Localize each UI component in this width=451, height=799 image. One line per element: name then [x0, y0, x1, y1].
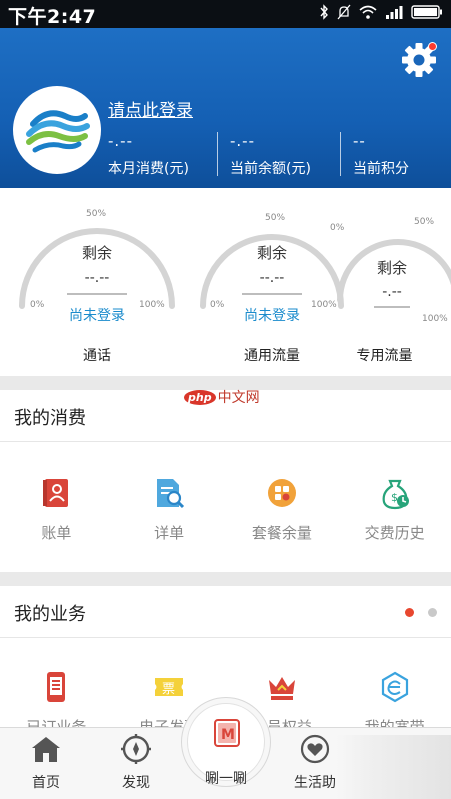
- stat-value: -.--: [230, 132, 256, 150]
- crown-icon: [268, 677, 295, 700]
- shake-label: 唰一唰: [205, 771, 247, 787]
- gauge-tick-0: 0%: [330, 223, 345, 233]
- settings-button[interactable]: [399, 40, 439, 80]
- section-title: 我的业务: [14, 604, 86, 625]
- subscribed-services-button[interactable]: 已订业务: [0, 670, 113, 727]
- section-title: 我的消费: [14, 408, 86, 429]
- china-mobile-logo: [26, 110, 90, 153]
- broadband-label: 我的宽带: [364, 718, 425, 727]
- my-broadband-button[interactable]: 我的宽带: [338, 670, 451, 727]
- gauge-value: --.--: [84, 270, 110, 286]
- stat-month-spend[interactable]: -.-- 本月消费(元): [108, 132, 189, 180]
- status-icons: [319, 4, 443, 20]
- gauge-tick-100: 100%: [422, 314, 448, 324]
- gauge-name: 通用流量: [244, 348, 300, 364]
- package-label: 套餐余量: [251, 524, 312, 542]
- status-time: 下午2:47: [8, 6, 97, 28]
- consumption-section: 我的消费 账单 详单 套餐余量 $ 交费历史: [0, 390, 451, 572]
- bluetooth-icon: [320, 4, 328, 20]
- watermark: php 中文网: [184, 387, 260, 407]
- pager-dot[interactable]: [428, 608, 437, 617]
- heart-icon: [300, 734, 330, 764]
- blurred-overlay: [336, 735, 451, 799]
- nav-discover[interactable]: 发现: [106, 734, 166, 792]
- stat-balance[interactable]: -.-- 当前余额(元): [230, 132, 311, 180]
- invoice-icon: 票: [155, 678, 184, 697]
- stat-divider: [340, 132, 341, 176]
- stat-label: 当前余额(元): [230, 161, 311, 177]
- business-pager: [405, 608, 437, 617]
- gauge-dedicated-data[interactable]: 0% 50% 100% 剩余 -.-- 专用流量: [330, 188, 451, 376]
- stat-value: --: [353, 132, 366, 150]
- gauge-remaining-label: 剩余: [81, 244, 112, 262]
- usage-gauges: 50% 0% 100% 剩余 --.-- 尚未登录 通话 50% 0% 100%…: [0, 188, 451, 376]
- compass-icon: [121, 734, 151, 764]
- gauge-name: 通话: [83, 348, 111, 364]
- gauge-status: 尚未登录: [244, 308, 300, 324]
- stat-value: -.--: [108, 132, 134, 150]
- home-icon: [32, 737, 60, 762]
- shake-m-icon: M: [214, 719, 240, 747]
- bill-icon: [43, 479, 69, 507]
- status-bar: 下午2:47: [0, 0, 451, 28]
- mute-icon: [337, 4, 351, 20]
- section-separator: [0, 637, 451, 638]
- gauge-progress-track: [242, 293, 302, 295]
- section-separator: [0, 441, 451, 442]
- consumption-grid: 账单 详单 套餐余量 $ 交费历史: [0, 476, 451, 543]
- gauge-tick-50: 50%: [86, 209, 107, 219]
- stat-divider: [217, 132, 218, 176]
- watermark-text: 中文网: [217, 390, 260, 406]
- nav-label: 首页: [32, 775, 60, 791]
- gauge-value: -.--: [382, 284, 402, 300]
- stat-points[interactable]: -- 当前积分: [353, 132, 409, 180]
- package-balance-button[interactable]: 套餐余量: [226, 476, 339, 543]
- payment-history-button[interactable]: $ 交费历史: [338, 476, 451, 543]
- nav-home[interactable]: 首页: [16, 734, 76, 792]
- subscribed-phone-icon: [47, 672, 66, 702]
- gauge-tick-50: 50%: [414, 217, 435, 227]
- gauge-remaining-label: 剩余: [256, 244, 287, 262]
- avatar[interactable]: [13, 86, 101, 174]
- signal-icon: [386, 6, 403, 19]
- pager-dot-active[interactable]: [405, 608, 414, 617]
- broadband-icon: [381, 671, 408, 703]
- gauge-status: 尚未登录: [69, 308, 125, 324]
- detail-icon: [157, 479, 185, 509]
- svg-text:$: $: [391, 491, 398, 504]
- stat-label: 当前积分: [353, 161, 409, 177]
- gauge-progress-track: [67, 293, 127, 295]
- gauge-name: 专用流量: [356, 348, 413, 364]
- notification-dot: [428, 42, 437, 51]
- subscribed-label: 已订业务: [26, 718, 87, 727]
- wifi-icon: [359, 5, 377, 19]
- payment-history-icon: $: [382, 479, 409, 510]
- detail-button[interactable]: 详单: [113, 476, 226, 543]
- stat-label: 本月消费(元): [108, 161, 189, 177]
- svg-text:票: 票: [162, 682, 175, 697]
- payment-history-label: 交费历史: [364, 524, 425, 542]
- shake-badge: M: [221, 727, 235, 743]
- section-divider: [0, 572, 451, 586]
- gauge-tick-0: 0%: [30, 300, 45, 310]
- gauge-tick-50: 50%: [265, 213, 286, 223]
- package-icon: [267, 479, 296, 507]
- gauge-value: --.--: [259, 270, 285, 286]
- battery-icon: [411, 5, 442, 19]
- gauge-progress-track: [374, 306, 410, 308]
- watermark-logo: php: [184, 389, 216, 405]
- gauge-remaining-label: 剩余: [376, 259, 407, 277]
- nav-label: 发现: [122, 775, 150, 791]
- account-header: 请点此登录 -.-- 本月消费(元) -.-- 当前余额(元) -- 当前积分: [0, 28, 451, 188]
- bill-label: 账单: [41, 524, 72, 542]
- detail-label: 详单: [154, 524, 185, 542]
- bill-button[interactable]: 账单: [0, 476, 113, 543]
- login-link[interactable]: 请点此登录: [108, 96, 193, 121]
- gauge-calls[interactable]: 50% 0% 100% 剩余 --.-- 尚未登录 通话: [0, 188, 190, 376]
